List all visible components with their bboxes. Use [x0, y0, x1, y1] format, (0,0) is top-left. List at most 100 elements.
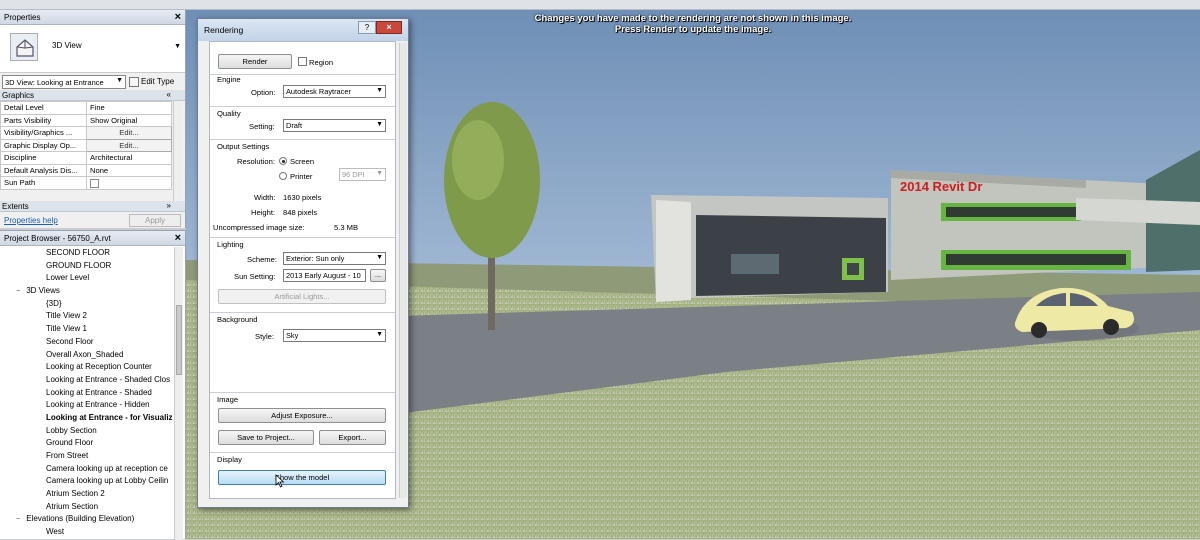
background-style-value: Sky [286, 331, 299, 340]
prop-key: Default Analysis Dis... [0, 163, 87, 177]
save-to-project-button[interactable]: Save to Project... [218, 430, 314, 445]
tree-item[interactable]: GROUND FLOOR [0, 260, 174, 273]
tree-item-label: Looking at Entrance - Shaded [46, 387, 152, 397]
tree-item[interactable]: West [0, 526, 174, 539]
image-heading: Image [217, 395, 239, 404]
sun-path-checkbox[interactable] [90, 178, 99, 188]
prop-key: Discipline [0, 151, 87, 165]
graphics-section-header[interactable]: Graphics « [0, 90, 185, 101]
type-name: 3D View [52, 41, 82, 50]
tree-item[interactable]: From Street [0, 450, 174, 463]
help-button[interactable]: ? [358, 21, 376, 34]
region-label: Region [309, 58, 334, 67]
artificial-lights-button[interactable]: Artificial Lights... [218, 289, 386, 304]
sun-setting-browse-button[interactable]: ... [370, 269, 386, 282]
prop-value[interactable]: Fine [86, 101, 172, 115]
prop-value[interactable]: Show Original [86, 113, 172, 127]
tree-item-label: Looking at Entrance - Hidden [46, 400, 150, 410]
background-style-dropdown[interactable]: Sky ▼ [283, 329, 386, 342]
apply-button[interactable]: Apply [129, 213, 181, 227]
tree-item[interactable]: Looking at Entrance - for Visualiz [0, 412, 174, 425]
chevron-down-icon[interactable]: ▼ [174, 43, 181, 50]
show-the-model-button[interactable]: Show the model [218, 470, 386, 485]
close-icon[interactable]: × [175, 232, 181, 244]
sun-setting-label: Sun Setting: [234, 272, 276, 281]
lighting-scheme-value: Exterior: Sun only [286, 254, 345, 263]
render-button[interactable]: Render [218, 54, 292, 69]
tree-item-label: Atrium Section 2 [46, 489, 105, 499]
tree-item[interactable]: Atrium Section [0, 501, 174, 514]
tree-item[interactable]: Atrium Section 2 [0, 488, 174, 501]
edit-type-button[interactable]: Edit Type [129, 76, 175, 87]
tree-item-label: {3D} [46, 298, 62, 308]
quality-setting-dropdown[interactable]: Draft ▼ [283, 119, 386, 132]
collapse-toggle-icon[interactable]: − [16, 286, 24, 298]
tree-item[interactable]: − Elevations (Building Elevation) [0, 513, 174, 526]
engine-option-dropdown[interactable]: Autodesk Raytracer ▼ [283, 85, 386, 98]
tree-item[interactable]: Second Floor [0, 336, 174, 349]
edit-type-label: Edit Type [141, 77, 175, 86]
tree-item[interactable]: Lobby Section [0, 425, 174, 438]
extents-section-header[interactable]: Extents » [0, 201, 185, 212]
tree-item[interactable]: Looking at Entrance - Shaded Clos [0, 374, 174, 387]
table-row: Parts Visibility Show Original [0, 113, 172, 127]
tree-item[interactable]: Camera looking up at Lobby Ceilin [0, 475, 174, 488]
tree-item[interactable]: Title View 2 [0, 310, 174, 323]
tree-item[interactable]: Ground Floor [0, 437, 174, 450]
prop-value[interactable]: Architectural [86, 151, 172, 165]
tree-item[interactable]: Lower Level [0, 272, 174, 285]
collapse-toggle-icon[interactable]: − [16, 514, 24, 526]
engine-heading: Engine [217, 75, 241, 84]
browser-scrollbar[interactable] [174, 247, 183, 540]
close-icon[interactable]: × [175, 11, 181, 23]
table-row: Default Analysis Dis... None [0, 163, 172, 177]
view-selector-dropdown[interactable]: 3D View: Looking at Entrance ▼ [2, 74, 126, 89]
width-label: Width: [254, 193, 276, 202]
tree-item[interactable]: SECOND FLOOR [0, 247, 174, 260]
properties-help-link[interactable]: Properties help [4, 216, 58, 225]
export-button[interactable]: Export... [319, 430, 386, 445]
tree-item-label: Camera looking up at Lobby Ceilin [46, 476, 169, 486]
close-button[interactable]: × [376, 21, 402, 34]
extents-section-label: Extents [2, 202, 29, 211]
type-selector[interactable]: 3D View ▼ [0, 25, 185, 73]
tree-item[interactable]: Camera looking up at reception ce [0, 463, 174, 476]
dpi-dropdown[interactable]: 96 DPI ▼ [339, 168, 386, 181]
tree-item-label: Ground Floor [46, 438, 94, 448]
rendering-dialog: Rendering ? × Render Region Engine Optio… [197, 18, 409, 508]
tree-item-label: SECOND FLOOR [46, 248, 111, 257]
lighting-heading: Lighting [217, 240, 244, 249]
tree-item[interactable]: Looking at Reception Counter [0, 361, 174, 374]
region-checkbox[interactable] [298, 57, 307, 66]
properties-table: Detail Level Fine Parts Visibility Show Or… [0, 101, 172, 190]
tree-item[interactable]: Title View 1 [0, 323, 174, 336]
properties-scrollbar[interactable] [173, 101, 182, 201]
printer-label: Printer [290, 172, 313, 181]
prop-key: Parts Visibility [0, 113, 87, 127]
tree-item[interactable]: Looking at Entrance - Hidden [0, 399, 174, 412]
scroll-thumb[interactable] [176, 305, 182, 375]
screen-label: Screen [290, 157, 315, 166]
tree-item-label: West [46, 527, 65, 537]
chevron-down-icon: ▼ [376, 170, 383, 177]
tree-item[interactable]: Overall Axon_Shaded [0, 349, 174, 362]
chevron-down-icon: ▼ [376, 254, 383, 261]
graphic-display-edit-button[interactable]: Edit... [86, 138, 172, 152]
prop-value[interactable]: None [86, 163, 172, 177]
printer-radio[interactable] [279, 172, 287, 180]
dialog-scrollbar[interactable] [399, 43, 407, 498]
visibility-graphics-edit-button[interactable]: Edit... [86, 126, 172, 140]
tree-item[interactable]: {3D} [0, 298, 174, 311]
project-tree: SECOND FLOOR GROUND FLOOR Lower Level − 3D … [0, 247, 174, 539]
tree-item[interactable]: − 3D Views [0, 285, 174, 298]
tree-item[interactable]: Looking at Entrance - Shaded [0, 387, 174, 400]
adjust-exposure-button[interactable]: Adjust Exposure... [218, 408, 386, 423]
screen-radio[interactable] [279, 157, 287, 165]
lighting-scheme-dropdown[interactable]: Exterior: Sun only ▼ [283, 252, 386, 265]
dialog-title-bar[interactable]: Rendering ? × [198, 19, 408, 41]
dialog-body: Render Region Engine Option: Autodesk Ra… [209, 41, 396, 499]
chevron-down-icon: ▼ [116, 76, 123, 84]
tree-item-label: 3D Views [26, 286, 60, 296]
display-heading: Display [217, 455, 242, 464]
sun-setting-field[interactable]: 2013 Early August - 10 [283, 269, 366, 282]
